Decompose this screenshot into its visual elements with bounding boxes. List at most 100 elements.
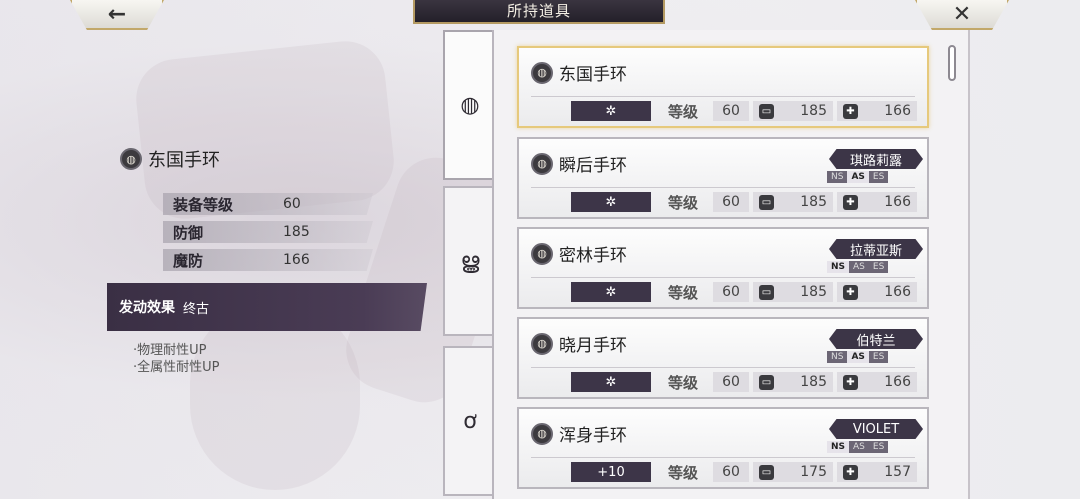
magic-shield-icon: ✚ xyxy=(843,284,858,300)
magic-shield-icon: ✚ xyxy=(843,194,858,210)
level-label: 等级 xyxy=(667,463,698,482)
item-card-stats: ✲ 等级 60 ▭ 185 ✚ 166 xyxy=(571,281,917,303)
item-card-title: ◍ 浑身手环 xyxy=(531,421,627,446)
item-card[interactable]: ◍ 密林手环 拉蒂亚斯 NS AS ES ✲ 等级 60 ▭ 185 ✚ 166 xyxy=(517,227,929,309)
level-value: 60 xyxy=(713,101,749,121)
stat-value: 185 xyxy=(283,224,310,240)
defense-cell: ▭ 185 xyxy=(753,192,833,212)
defense-value: 185 xyxy=(800,194,827,210)
item-card-title: ◍ 东国手环 xyxy=(531,60,627,85)
defense-cell: ▭ 185 xyxy=(753,372,833,392)
defense-value: 185 xyxy=(800,284,827,300)
close-icon: ✕ xyxy=(952,1,972,27)
effect-header: 发动效果 终古 xyxy=(107,283,427,331)
stat-row-magic-defense: 魔防 166 xyxy=(163,249,373,271)
stat-label: 魔防 xyxy=(173,251,204,270)
bracelet-icon: ◍ xyxy=(531,61,553,84)
magic-defense-value: 166 xyxy=(884,284,911,300)
item-card-name: 瞬后手环 xyxy=(559,156,627,176)
level-label: 等级 xyxy=(667,102,698,121)
style-ns: NS xyxy=(827,441,850,453)
level-label: 等级 xyxy=(667,373,698,392)
stat-value: 60 xyxy=(283,196,301,212)
magic-shield-icon: ✚ xyxy=(843,374,858,390)
level-value: 60 xyxy=(713,462,749,482)
item-card-stats: +10 等级 60 ▭ 175 ✚ 157 xyxy=(571,461,917,483)
level-value: 60 xyxy=(713,282,749,302)
style-ns: NS xyxy=(827,351,848,363)
tab-ring[interactable]: ơ xyxy=(443,346,495,496)
item-card[interactable]: ◍ 晓月手环 伯特兰 NS AS ES ✲ 等级 60 ▭ 185 ✚ 166 xyxy=(517,317,929,399)
stat-row-equip-level: 装备等级 60 xyxy=(163,193,373,215)
magic-defense-value: 166 xyxy=(884,374,911,390)
item-card-stats: ✲ 等级 60 ▭ 185 ✚ 166 xyxy=(571,100,917,122)
stat-row-defense: 防御 185 xyxy=(163,221,373,243)
refine-badge: ✲ xyxy=(571,372,651,392)
list-scrollbar[interactable] xyxy=(948,45,956,81)
item-card-stats: ✲ 等级 60 ▭ 185 ✚ 166 xyxy=(571,191,917,213)
defense-value: 185 xyxy=(800,103,827,119)
bracelet-icon: ◍ xyxy=(531,332,553,355)
style-indicator: NS AS ES xyxy=(827,261,889,273)
item-card[interactable]: ◍ 浑身手环 VIOLET NS AS ES +10 等级 60 ▭ 175 ✚ 1… xyxy=(517,407,929,489)
level-value: 60 xyxy=(713,192,749,212)
ring-icon: ơ xyxy=(463,408,477,434)
style-es: ES xyxy=(868,441,889,453)
magic-defense-value: 166 xyxy=(884,194,911,210)
style-as: AS xyxy=(849,261,869,273)
divider xyxy=(531,277,915,278)
magic-defense-value: 157 xyxy=(884,464,911,480)
item-card[interactable]: ◍ 东国手环 ✲ 等级 60 ▭ 185 ✚ 166 xyxy=(517,46,929,128)
refine-badge: +10 xyxy=(571,462,651,482)
equipped-character-tag: 琪路莉露 xyxy=(829,149,923,169)
style-es: ES xyxy=(868,261,889,273)
style-es: ES xyxy=(868,171,889,183)
style-as: AS xyxy=(847,171,869,183)
defense-cell: ▭ 175 xyxy=(753,462,833,482)
item-card[interactable]: ◍ 瞬后手环 琪路莉露 NS AS ES ✲ 等级 60 ▭ 185 ✚ 166 xyxy=(517,137,929,219)
shield-icon: ▭ xyxy=(759,284,774,300)
tab-bracelet[interactable]: ◍ xyxy=(443,30,495,180)
level-value: 60 xyxy=(713,372,749,392)
stat-label: 装备等级 xyxy=(173,195,234,214)
item-detail-name: 东国手环 xyxy=(148,150,220,171)
equipped-character-tag: VIOLET xyxy=(829,419,923,439)
item-detail-title: ◍ 东国手环 xyxy=(120,146,220,172)
style-es: ES xyxy=(868,351,889,363)
bracelet-icon: ◍ xyxy=(460,92,480,118)
stat-value: 166 xyxy=(283,252,310,268)
bracelet-icon: ◍ xyxy=(531,422,553,445)
divider xyxy=(531,187,915,188)
equipped-character-tag: 伯特兰 xyxy=(829,329,923,349)
magic-shield-icon: ✚ xyxy=(843,464,858,480)
magic-defense-cell: ✚ 166 xyxy=(837,282,917,302)
shield-icon: ▭ xyxy=(759,374,774,390)
style-ns: NS xyxy=(827,171,848,183)
necklace-icon: ൠ xyxy=(460,248,480,274)
page-title: 所持道具 xyxy=(413,0,665,24)
equipped-character-tag: 拉蒂亚斯 xyxy=(829,239,923,259)
magic-defense-cell: ✚ 166 xyxy=(837,372,917,392)
defense-value: 185 xyxy=(800,374,827,390)
defense-value: 175 xyxy=(800,464,827,480)
divider xyxy=(531,457,915,458)
divider xyxy=(531,367,915,368)
magic-defense-cell: ✚ 166 xyxy=(837,192,917,212)
style-as: AS xyxy=(849,441,869,453)
bracelet-icon: ◍ xyxy=(531,242,553,265)
stat-label: 防御 xyxy=(173,223,204,242)
magic-shield-icon: ✚ xyxy=(843,103,858,119)
shield-icon: ▭ xyxy=(759,194,774,210)
divider xyxy=(531,96,915,97)
shield-icon: ▭ xyxy=(759,103,774,119)
effect-heading: 发动效果 xyxy=(119,300,175,316)
bracelet-icon: ◍ xyxy=(120,148,142,170)
item-card-name: 晓月手环 xyxy=(559,336,627,356)
magic-defense-value: 166 xyxy=(884,103,911,119)
style-as: AS xyxy=(847,351,869,363)
style-indicator: NS AS ES xyxy=(827,351,889,363)
item-card-title: ◍ 晓月手环 xyxy=(531,331,627,356)
item-card-title: ◍ 密林手环 xyxy=(531,241,627,266)
refine-badge: ✲ xyxy=(571,192,651,212)
tab-necklace[interactable]: ൠ xyxy=(443,186,495,336)
